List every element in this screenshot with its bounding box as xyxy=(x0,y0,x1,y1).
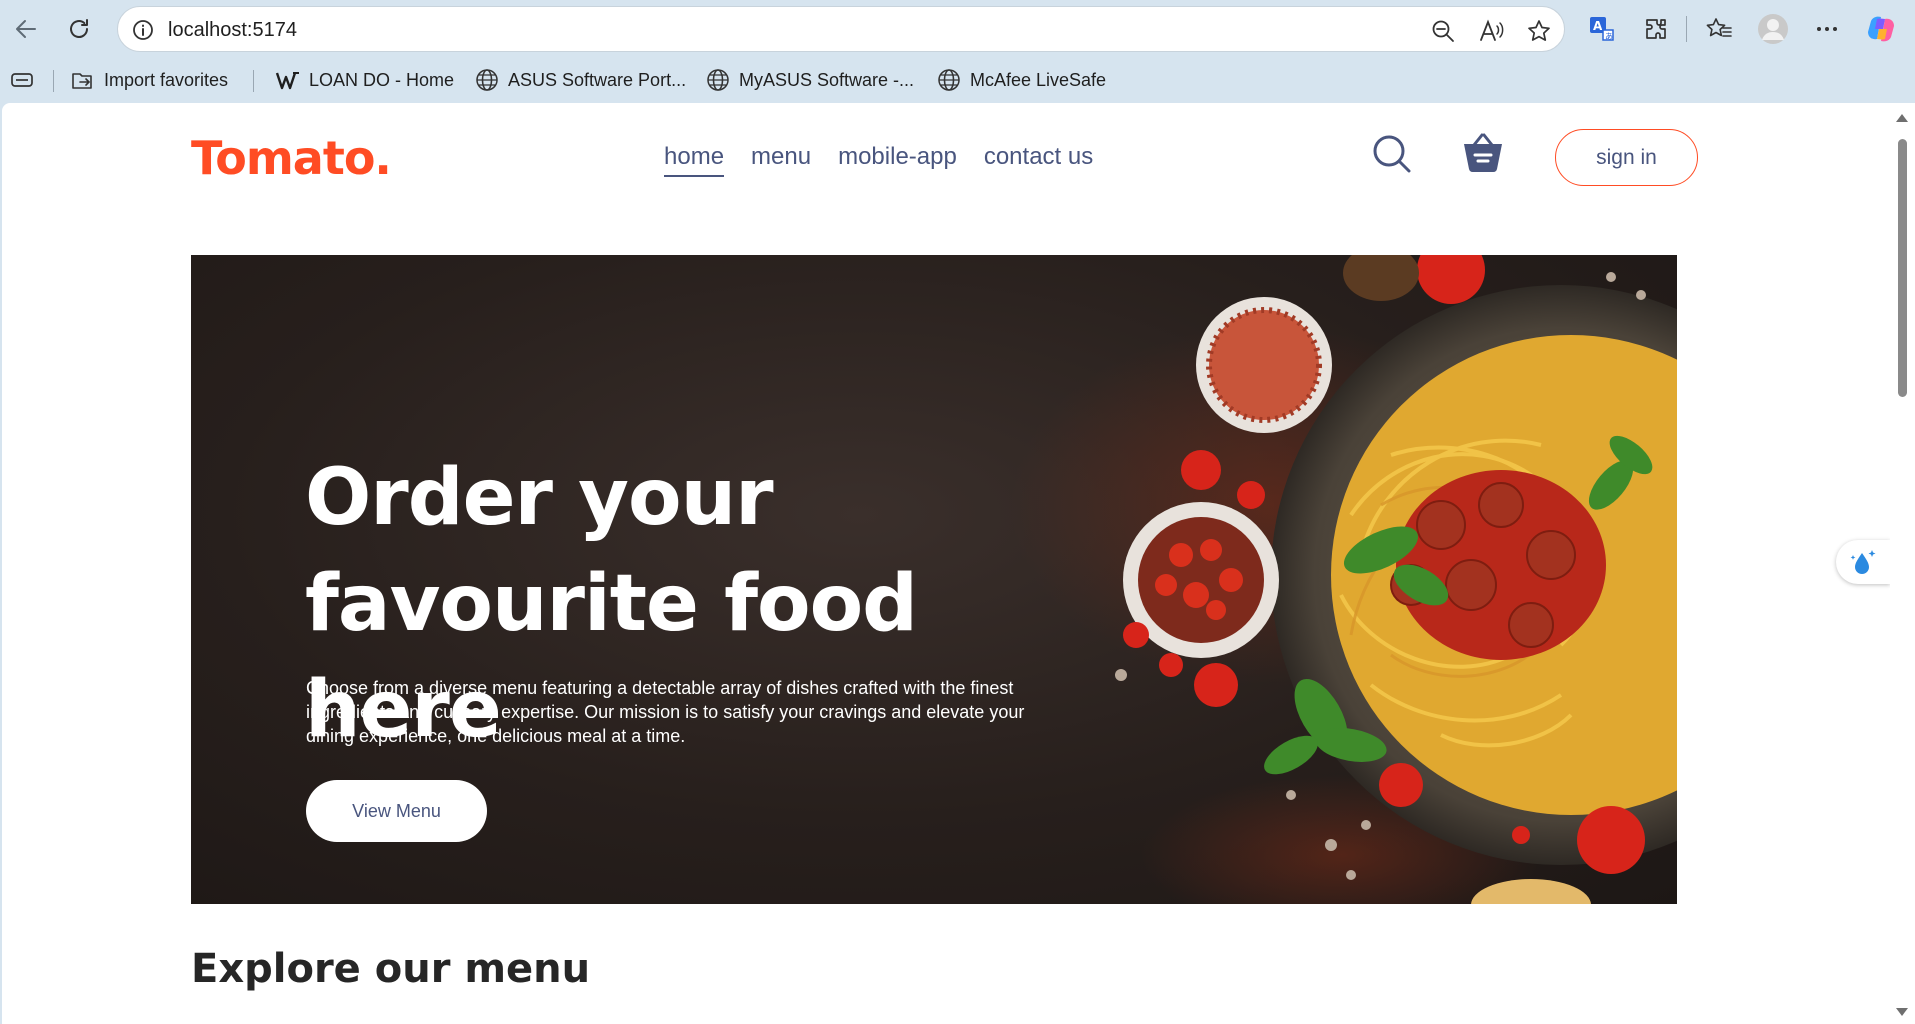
hero-title-line1: Order your xyxy=(305,453,774,543)
globe-icon xyxy=(707,69,729,91)
back-icon[interactable] xyxy=(10,13,42,45)
bookmark-divider xyxy=(253,70,254,92)
bookmark-label: ASUS Software Port... xyxy=(508,69,687,90)
globe-icon xyxy=(476,69,498,91)
copilot-icon[interactable] xyxy=(1865,13,1897,45)
bookmark-divider xyxy=(53,70,54,92)
favorite-star-icon[interactable] xyxy=(1526,18,1552,44)
zoom-out-icon[interactable] xyxy=(1430,18,1456,44)
page-viewport: Tomato. home menu mobile-app contact us … xyxy=(2,103,1890,1024)
toolbar-divider xyxy=(1686,16,1687,42)
hero-description: Choose from a diverse menu featuring a d… xyxy=(306,678,1025,746)
read-aloud-icon[interactable] xyxy=(1478,18,1504,44)
globe-icon xyxy=(938,69,960,91)
search-icon[interactable] xyxy=(1371,133,1413,175)
translate-icon[interactable]: Aあ xyxy=(1586,13,1618,45)
basket-icon[interactable] xyxy=(1460,129,1506,175)
scroll-down-arrow-icon[interactable] xyxy=(1896,1008,1908,1016)
explore-menu-heading: Explore our menu xyxy=(191,946,591,992)
bookmark-myasus-software[interactable]: MyASUS Software -... xyxy=(705,66,914,94)
collections-icon[interactable] xyxy=(10,66,42,94)
hero-banner: Order your favourite food here Choose fr… xyxy=(191,255,1677,904)
page-scrollbar[interactable] xyxy=(1890,103,1915,1024)
bookmark-mcafee-livesafe[interactable]: McAfee LiveSafe xyxy=(936,66,1106,94)
svg-text:あ: あ xyxy=(1605,32,1613,41)
scrollbar-thumb[interactable] xyxy=(1898,139,1907,397)
sign-in-button[interactable]: sign in xyxy=(1555,129,1698,186)
w-logo-icon xyxy=(275,72,299,90)
nav-contact-us[interactable]: contact us xyxy=(984,143,1093,177)
bookmark-asus-software-portal[interactable]: ASUS Software Port... xyxy=(474,66,686,94)
refresh-icon[interactable] xyxy=(63,13,95,45)
scroll-up-arrow-icon[interactable] xyxy=(1896,114,1908,122)
main-nav: home menu mobile-app contact us xyxy=(664,143,1093,177)
copilot-sidebar-button[interactable] xyxy=(1836,540,1890,584)
extensions-icon[interactable] xyxy=(1640,13,1672,45)
browser-toolbar: localhost:5174 Aあ xyxy=(0,0,1915,58)
svg-text:A: A xyxy=(1593,19,1603,33)
view-menu-button[interactable]: View Menu xyxy=(306,780,487,842)
bookmark-label: MyASUS Software -... xyxy=(739,69,915,90)
nav-menu[interactable]: menu xyxy=(751,143,811,177)
url-text[interactable]: localhost:5174 xyxy=(168,19,297,42)
site-logo[interactable]: Tomato. xyxy=(191,131,392,185)
bookmarks-bar: Import favorites LOAN DO - Home ASUS Sof… xyxy=(0,58,1915,102)
profile-icon[interactable] xyxy=(1757,13,1789,45)
nav-mobile-app[interactable]: mobile-app xyxy=(838,143,957,177)
info-icon[interactable] xyxy=(132,19,154,41)
bookmark-label: LOAN DO - Home xyxy=(309,69,455,90)
bookmark-loan-do[interactable]: LOAN DO - Home xyxy=(275,66,454,94)
more-icon[interactable] xyxy=(1811,13,1843,45)
favorites-icon[interactable] xyxy=(1703,13,1735,45)
bookmark-label: Import favorites xyxy=(104,69,229,90)
sparkle-drop-icon xyxy=(1850,550,1876,574)
bookmark-label: McAfee LiveSafe xyxy=(970,69,1107,90)
import-icon xyxy=(72,73,92,89)
nav-home[interactable]: home xyxy=(664,143,725,177)
address-bar[interactable]: localhost:5174 xyxy=(117,6,1565,52)
bookmark-import-favorites[interactable]: Import favorites xyxy=(70,66,228,94)
